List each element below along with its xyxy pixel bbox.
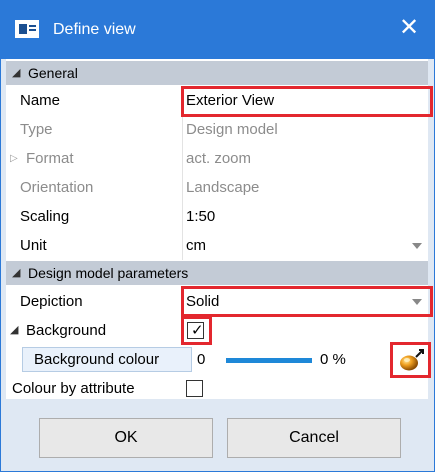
unit-value[interactable]: cm [186,231,206,260]
depiction-label: Depiction [20,293,83,310]
row-unit[interactable]: Unit cm [6,231,428,260]
define-view-dialog: Define view ✕ ◢ General Name Exterior Vi… [0,0,435,472]
format-value: act. zoom [186,150,252,167]
type-value: Design model [186,121,278,138]
row-colour-by-attribute[interactable]: Colour by attribute [6,374,428,403]
color-picker-ball-icon[interactable] [398,348,426,372]
highlight-depiction [181,286,433,317]
scaling-label: Scaling [20,208,70,225]
section-design-model[interactable]: ◢ Design model parameters [6,261,428,285]
collapse-triangle-icon[interactable]: ◢ [12,261,20,285]
unit-label: Unit [20,237,47,254]
dialog-icon [15,20,39,38]
row-format: ▷ Format act. zoom [6,144,428,173]
row-background[interactable]: ◢ Background ✓ [6,316,428,345]
transparency-bar[interactable] [226,358,312,363]
background-label: Background [26,322,107,339]
background-colour-label: Background colour [34,351,160,368]
expand-triangle-icon[interactable]: ▷ [10,144,18,173]
transparency-percent: 0 % [320,351,346,368]
orientation-label: Orientation [20,179,94,196]
type-label: Type [20,121,53,138]
row-scaling[interactable]: Scaling 1:50 [6,202,428,231]
colour-by-attribute-checkbox[interactable] [186,380,203,397]
row-orientation: Orientation Landscape [6,173,428,202]
format-label: Format [26,150,74,167]
section-general[interactable]: ◢ General [6,61,428,85]
scaling-value[interactable]: 1:50 [186,202,215,231]
close-icon[interactable]: ✕ [394,13,424,43]
title-bar: Define view ✕ [1,1,434,59]
cancel-button[interactable]: Cancel [227,418,401,458]
name-label: Name [20,92,61,109]
window-title: Define view [53,21,136,38]
colour-by-attribute-label: Colour by attribute [12,380,135,397]
row-type: Type Design model [6,115,428,144]
row-background-colour[interactable]: Background colour 0 0 % [6,345,428,374]
background-colour-value[interactable]: 0 [197,345,205,374]
ok-button[interactable]: OK [39,418,213,458]
dropdown-arrow-icon[interactable] [412,243,422,249]
collapse-triangle-icon[interactable]: ◢ [10,316,18,345]
orientation-value: Landscape [186,179,260,196]
highlight-name [181,86,433,117]
highlight-background-checkbox [181,316,212,345]
collapse-triangle-icon[interactable]: ◢ [12,61,20,85]
